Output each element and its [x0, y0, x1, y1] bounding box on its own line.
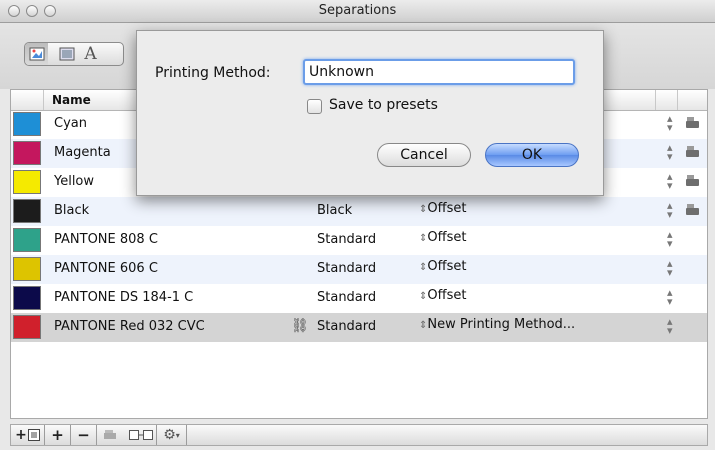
- color-swatch[interactable]: [13, 170, 41, 194]
- merge-button[interactable]: [125, 425, 157, 445]
- remove-button[interactable]: −: [71, 425, 97, 445]
- action-menu-button[interactable]: ⚙ ▾: [157, 425, 187, 445]
- header-sort-column[interactable]: [656, 90, 678, 110]
- ink-name: Yellow: [54, 174, 95, 189]
- order-stepper-icon[interactable]: ▴ ▾: [667, 142, 673, 162]
- save-to-presets-checkbox[interactable]: [307, 99, 322, 114]
- ink-type[interactable]: Standard: [317, 290, 376, 305]
- color-swatch[interactable]: [13, 141, 41, 165]
- ink-name: PANTONE 606 C: [54, 261, 158, 276]
- printing-method-value: Offset: [427, 288, 467, 303]
- order-stepper-icon[interactable]: ▴ ▾: [667, 229, 673, 249]
- ink-name: PANTONE Red 032 CVC: [54, 319, 205, 334]
- printer-icon[interactable]: [685, 145, 701, 163]
- order-stepper-icon[interactable]: ▴ ▾: [667, 258, 673, 278]
- printer-toggle-button[interactable]: [97, 425, 123, 445]
- title-bar: Separations: [0, 0, 715, 23]
- header-swatch-column[interactable]: [11, 90, 44, 110]
- printing-method-value: Offset: [427, 201, 467, 216]
- frame-view-button[interactable]: [55, 43, 78, 65]
- printer-icon[interactable]: [685, 203, 701, 221]
- printing-method-label: Printing Method:: [155, 65, 271, 81]
- add-button[interactable]: +: [45, 425, 71, 445]
- add-list-button[interactable]: +: [11, 425, 45, 445]
- separations-window: Separations A Name Cyan ▴ ▾ Magenta ▴ ▾ Yellow…: [0, 0, 715, 450]
- view-mode-segmented-control[interactable]: A: [24, 42, 124, 66]
- window-title: Separations: [318, 3, 397, 18]
- table-row[interactable]: PANTONE DS 184-1 C Standard ⇕Offset ▴ ▾: [11, 284, 707, 313]
- color-swatch[interactable]: [13, 315, 41, 339]
- ink-name: PANTONE DS 184-1 C: [54, 290, 194, 305]
- printer-icon: [104, 430, 116, 439]
- printing-method-popup[interactable]: ⇕New Printing Method...: [419, 317, 575, 332]
- printing-method-popup[interactable]: ⇕Offset: [419, 288, 466, 303]
- ink-name: Black: [54, 203, 90, 218]
- printing-method-input[interactable]: [303, 59, 575, 85]
- order-stepper-icon[interactable]: ▴ ▾: [667, 171, 673, 191]
- printing-method-popup[interactable]: ⇕Offset: [419, 201, 466, 216]
- printer-icon[interactable]: [685, 174, 701, 192]
- table-row[interactable]: PANTONE 808 C Standard ⇕Offset ▴ ▾: [11, 226, 707, 255]
- table-row[interactable]: Black Black ⇕Offset ▴ ▾: [11, 197, 707, 226]
- printing-method-value: Offset: [427, 259, 467, 274]
- table-row[interactable]: PANTONE 606 C Standard ⇕Offset ▴ ▾: [11, 255, 707, 284]
- printing-method-popup[interactable]: ⇕Offset: [419, 230, 466, 245]
- ink-name: PANTONE 808 C: [54, 232, 158, 247]
- image-view-button[interactable]: [25, 43, 48, 65]
- cancel-button[interactable]: Cancel: [377, 143, 471, 167]
- gear-icon: ⚙: [163, 427, 176, 443]
- order-stepper-icon[interactable]: ▴ ▾: [667, 287, 673, 307]
- printing-method-dialog: Printing Method: Save to presets Cancel …: [136, 30, 604, 196]
- chevron-down-icon: ▾: [175, 430, 180, 440]
- color-swatch[interactable]: [13, 286, 41, 310]
- ok-button[interactable]: OK: [485, 143, 579, 167]
- text-view-button[interactable]: A: [79, 43, 102, 65]
- printing-method-value: New Printing Method...: [427, 317, 576, 332]
- header-output-column[interactable]: [678, 90, 709, 110]
- save-to-presets-label: Save to presets: [329, 97, 438, 113]
- add-list-icon: [27, 429, 40, 441]
- ink-type[interactable]: Standard: [317, 232, 376, 247]
- frame-icon: [59, 47, 74, 61]
- order-stepper-icon[interactable]: ▴ ▾: [667, 200, 673, 220]
- printer-icon[interactable]: [685, 116, 701, 134]
- ink-type[interactable]: Standard: [317, 319, 376, 334]
- ink-type[interactable]: Standard: [317, 261, 376, 276]
- order-stepper-icon[interactable]: ▴ ▾: [667, 316, 673, 336]
- ink-name: Magenta: [54, 145, 111, 160]
- printing-method-popup[interactable]: ⇕Offset: [419, 259, 466, 274]
- color-swatch[interactable]: [13, 112, 41, 136]
- table-row[interactable]: PANTONE Red 032 CVC ⛓ Standard ⇕New Printin…: [11, 313, 707, 342]
- color-swatch[interactable]: [13, 257, 41, 281]
- color-swatch[interactable]: [13, 199, 41, 223]
- color-swatch[interactable]: [13, 228, 41, 252]
- link-icon: ⛓: [291, 318, 309, 334]
- bottom-toolbar: + + − ⚙ ▾: [10, 424, 708, 446]
- ink-type[interactable]: Black: [317, 203, 352, 218]
- merge-icon: [128, 430, 153, 440]
- image-icon: [29, 47, 44, 61]
- order-stepper-icon[interactable]: ▴ ▾: [667, 113, 673, 133]
- ink-name: Cyan: [54, 116, 87, 131]
- printing-method-value: Offset: [427, 230, 467, 245]
